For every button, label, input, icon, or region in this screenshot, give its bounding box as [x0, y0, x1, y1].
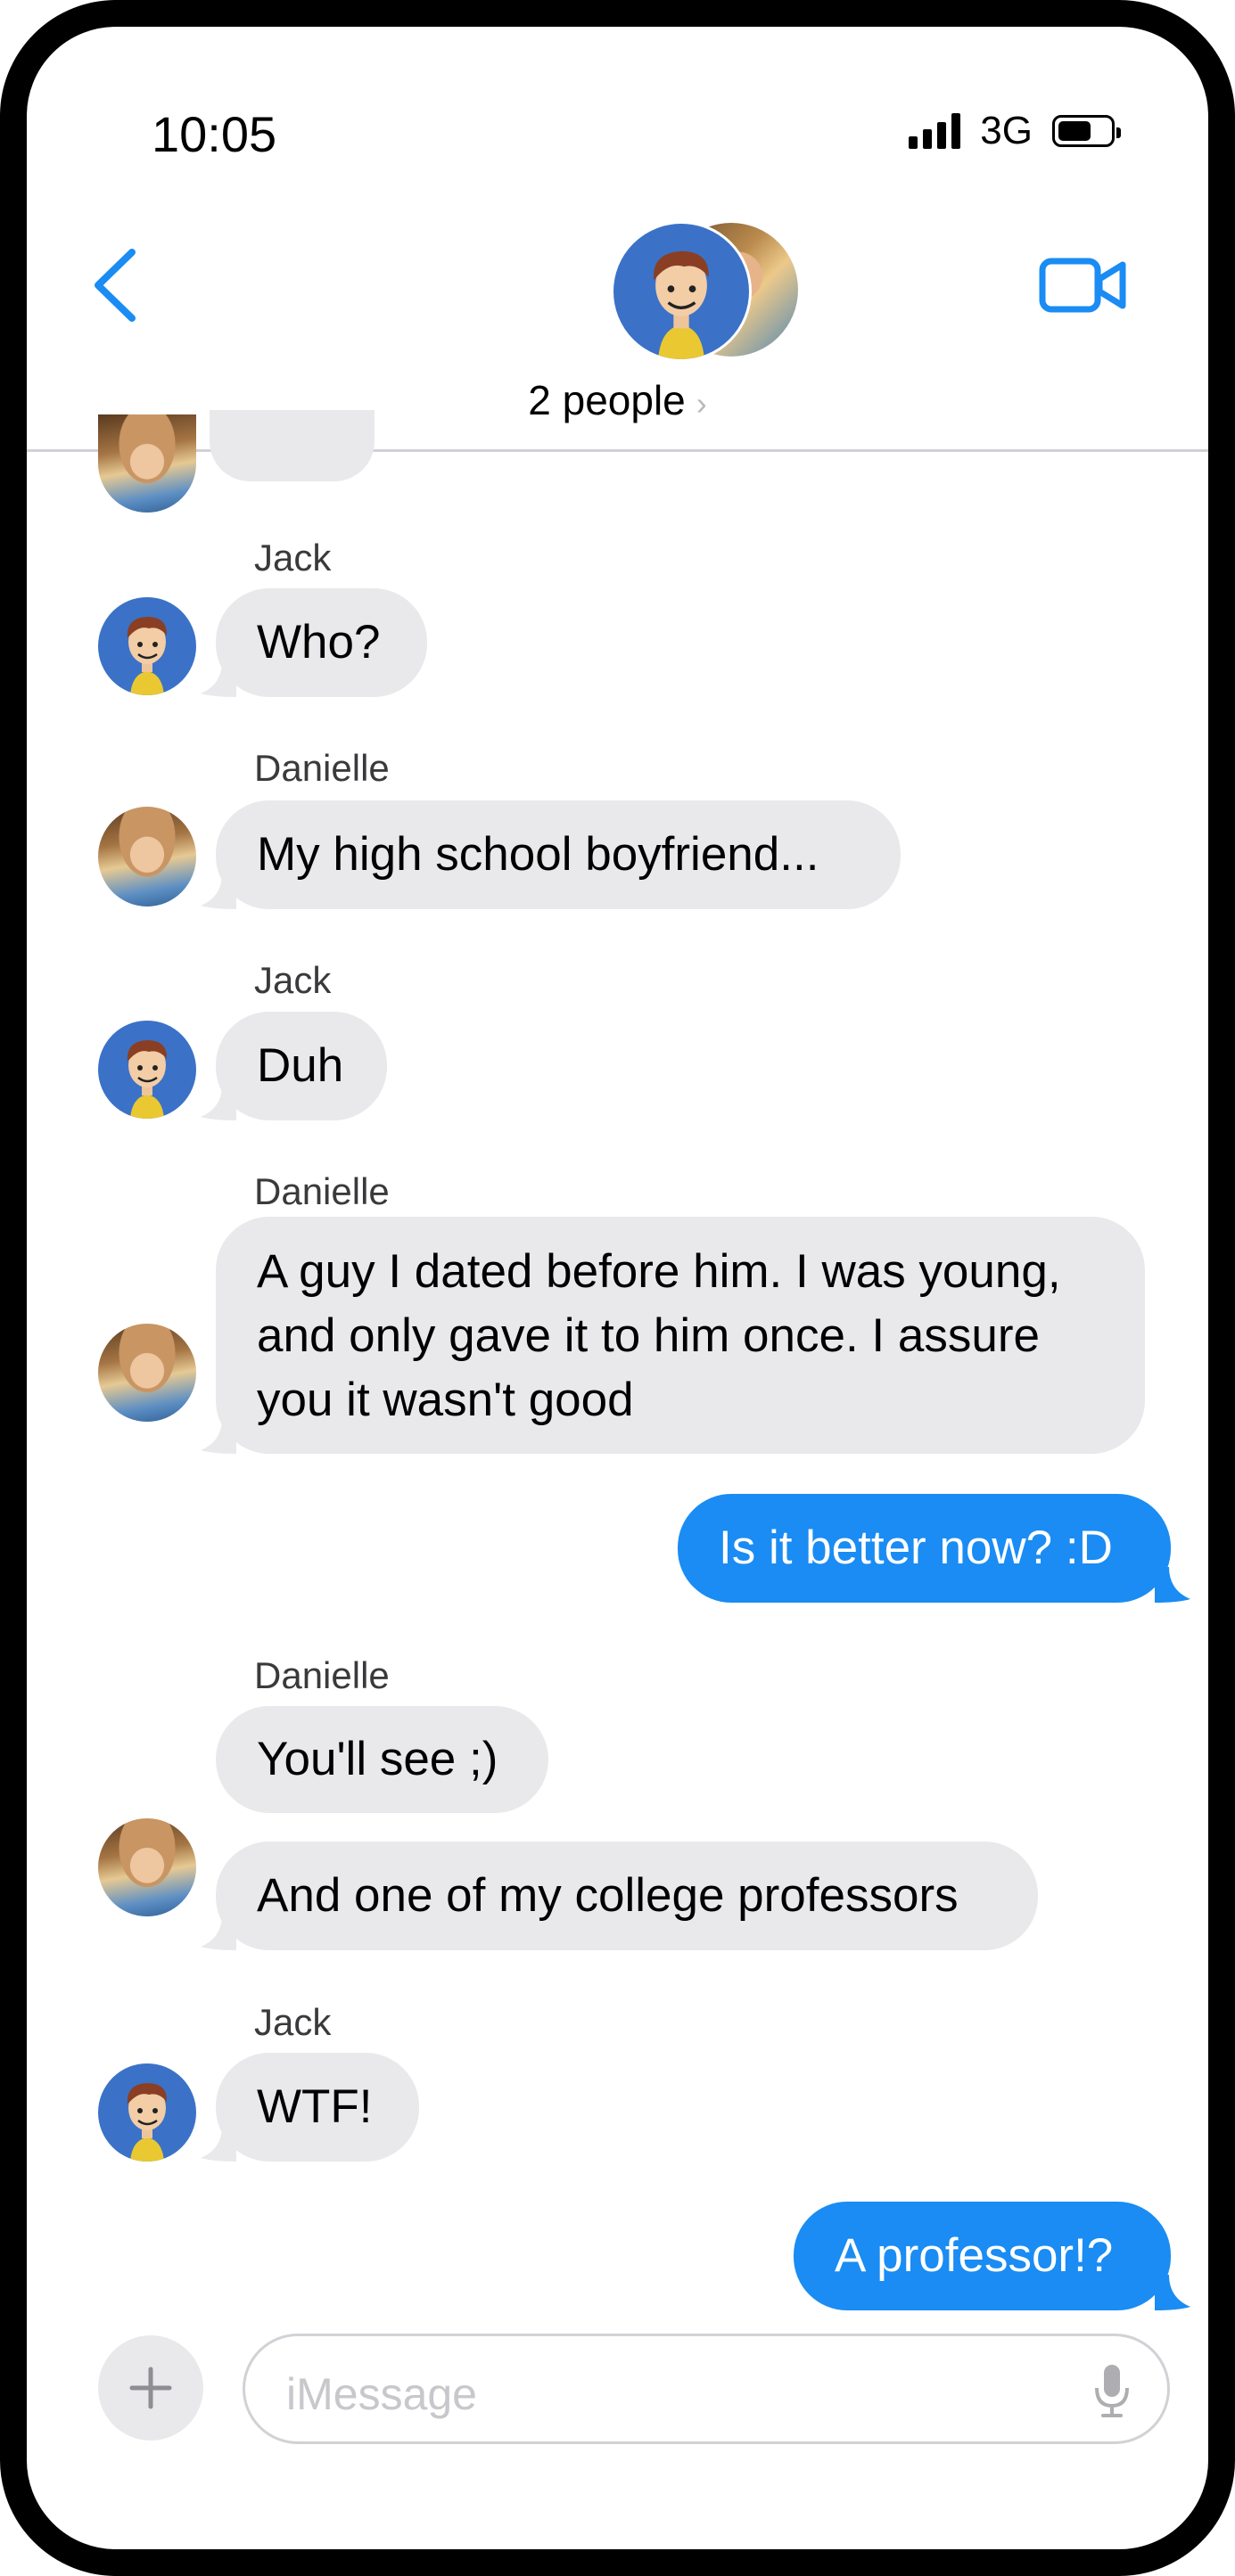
- message-text: Who?: [257, 616, 381, 669]
- chevron-right-icon: ›: [696, 385, 707, 422]
- message-text: You'll see ;): [257, 1733, 498, 1785]
- plus-icon: [129, 2367, 172, 2409]
- bubble-tail: [201, 1418, 236, 1454]
- message-text-line: and only gave it to him once. I assure: [257, 1309, 1040, 1362]
- bubble-tail: [201, 661, 236, 697]
- sender-name: Danielle: [254, 747, 390, 789]
- phone-frame: 10:05 3G 2 people › Jack Who? Danielle M…: [0, 0, 1235, 2576]
- sender-name: Jack: [254, 959, 332, 1001]
- add-attachment-button[interactable]: [98, 2335, 203, 2441]
- avatar-jack: [611, 221, 752, 362]
- header-divider: [27, 449, 1208, 452]
- avatar-danielle: [98, 1324, 196, 1422]
- message-bubble[interactable]: And one of my college professors: [216, 1842, 1038, 1950]
- bubble-tail: [201, 1915, 236, 1950]
- message-text: A professor!?: [835, 2229, 1114, 2282]
- message-text: WTF!: [257, 2080, 373, 2133]
- avatar-danielle: [98, 807, 196, 907]
- video-camera-icon[interactable]: [1039, 254, 1128, 316]
- avatar-jack: [98, 1021, 196, 1119]
- network-label: 3G: [980, 109, 1033, 152]
- chevron-left-icon[interactable]: [89, 245, 143, 325]
- group-avatars[interactable]: [611, 221, 798, 364]
- avatar-danielle: [98, 1818, 196, 1916]
- microphone-icon[interactable]: [1092, 2363, 1132, 2418]
- bubble-tail: [201, 1085, 236, 1120]
- bubble-tail: [1155, 1567, 1190, 1603]
- message-text-line: A guy I dated before him. I was young,: [257, 1245, 1061, 1298]
- message-input[interactable]: iMessage: [243, 2334, 1170, 2444]
- status-time: 10:05: [152, 106, 277, 162]
- bubble-tail: [201, 874, 236, 909]
- battery-icon: [1052, 115, 1121, 147]
- avatar-jack: [98, 597, 196, 695]
- sender-name: Danielle: [254, 1170, 390, 1212]
- message-text-line: you it wasn't good: [257, 1374, 634, 1426]
- people-label: 2 people: [528, 377, 686, 423]
- avatar-danielle-partial: [98, 414, 196, 513]
- message-text: Duh: [257, 1039, 344, 1092]
- message-bubble[interactable]: A guy I dated before him. I was young, a…: [216, 1217, 1145, 1454]
- bubble-tail: [1155, 2275, 1190, 2310]
- message-text: And one of my college professors: [257, 1869, 959, 1922]
- avatar-jack: [98, 2063, 196, 2162]
- message-bubble[interactable]: You'll see ;): [216, 1706, 548, 1813]
- signal-icon: [909, 113, 961, 149]
- partial-message-bubble: [210, 410, 375, 481]
- sender-name: Danielle: [254, 1654, 390, 1696]
- message-bubble[interactable]: Who?: [216, 588, 427, 697]
- outgoing-message-bubble[interactable]: Is it better now? :D: [678, 1494, 1171, 1603]
- message-input-placeholder: iMessage: [286, 2369, 477, 2419]
- conversation-title[interactable]: 2 people ›: [27, 376, 1208, 424]
- sender-name: Jack: [254, 2001, 332, 2043]
- outgoing-message-bubble[interactable]: A professor!?: [794, 2202, 1171, 2310]
- message-bubble[interactable]: Duh: [216, 1012, 387, 1120]
- message-bubble[interactable]: WTF!: [216, 2053, 419, 2162]
- bubble-tail: [201, 2126, 236, 2162]
- message-text: My high school boyfriend...: [257, 828, 819, 881]
- status-indicators: 3G: [909, 109, 1121, 153]
- message-text: Is it better now? :D: [719, 1522, 1113, 1574]
- sender-name: Jack: [254, 537, 332, 578]
- message-bubble[interactable]: My high school boyfriend...: [216, 800, 901, 909]
